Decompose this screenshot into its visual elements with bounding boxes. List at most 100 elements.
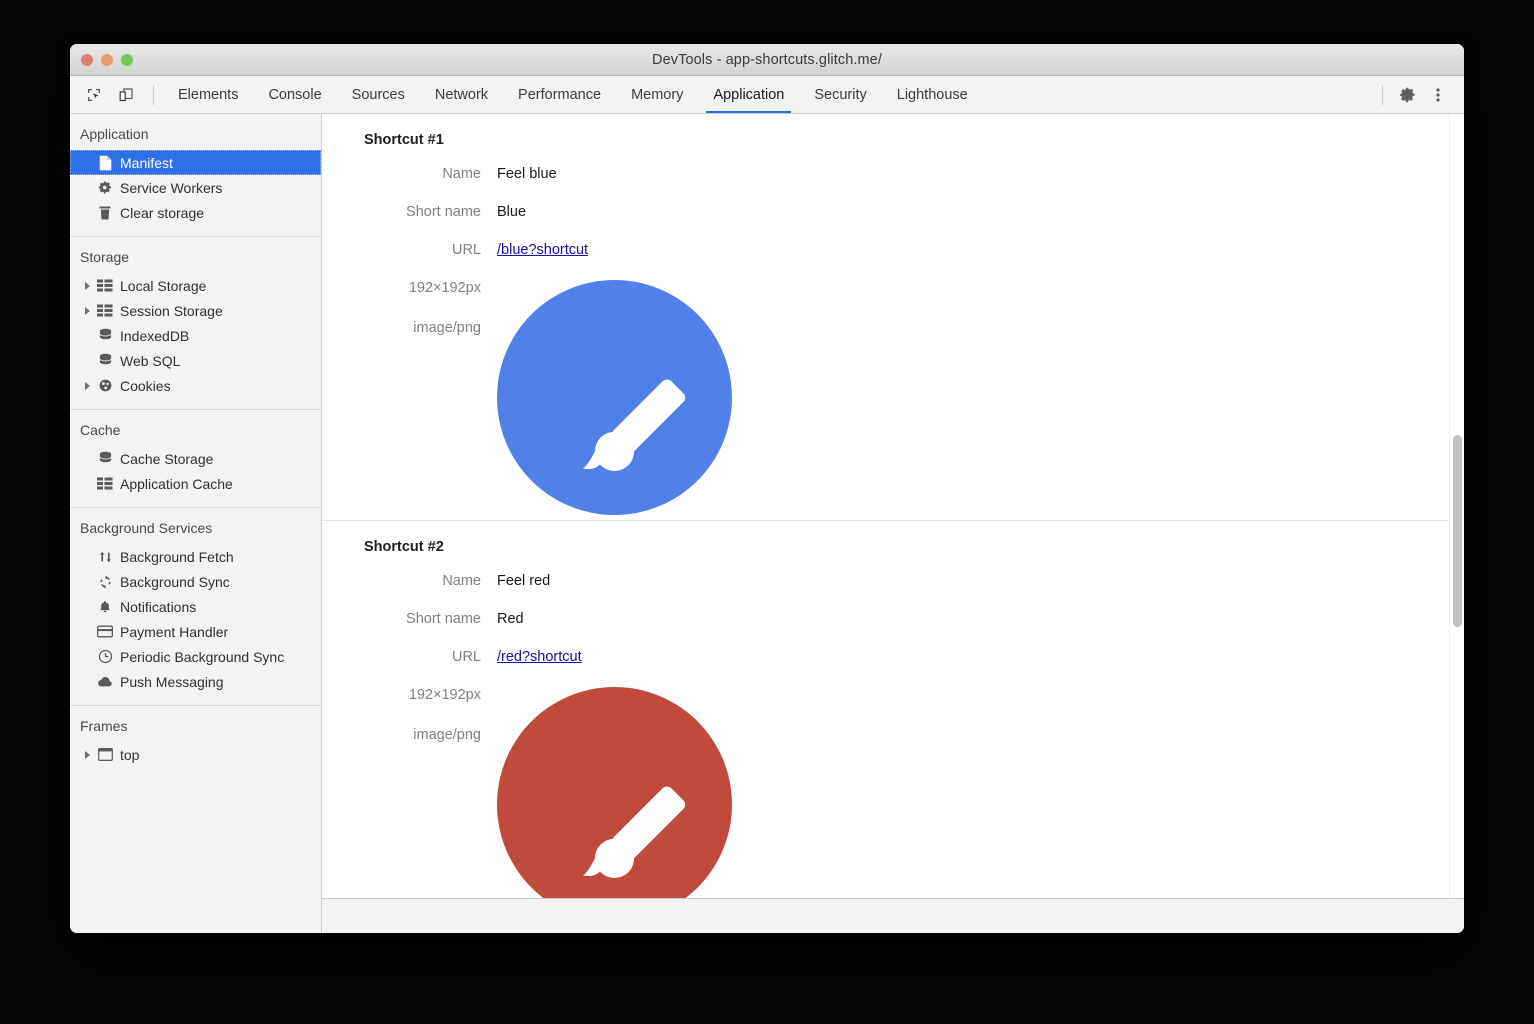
sidebar-item-service-workers[interactable]: Service Workers	[70, 175, 321, 200]
tab-network[interactable]: Network	[420, 76, 503, 113]
tab-label: Network	[435, 87, 488, 103]
sidebar-item-label: Cookies	[120, 378, 171, 394]
sidebar-section-title: Background Services	[70, 508, 321, 544]
tab-elements[interactable]: Elements	[163, 76, 253, 113]
tab-label: Memory	[631, 87, 683, 103]
vertical-scrollbar[interactable]	[1449, 114, 1464, 898]
tab-label: Elements	[178, 87, 238, 103]
sidebar-item-clear-storage[interactable]: Clear storage	[70, 200, 321, 225]
manifest-scroll-area[interactable]: Shortcut #1 Name Feel blue Short name Bl…	[322, 114, 1464, 898]
chevron-right-icon[interactable]	[80, 307, 94, 315]
sidebar-item-label: Periodic Background Sync	[120, 649, 284, 665]
sidebar-section-background-services: Background Services Background Fetch	[70, 508, 321, 706]
application-sidebar[interactable]: Application Manifest	[70, 114, 322, 933]
sidebar-item-background-fetch[interactable]: Background Fetch	[70, 544, 321, 569]
tab-lighthouse[interactable]: Lighthouse	[882, 76, 983, 113]
toolbar-divider	[153, 85, 154, 105]
clock-icon	[94, 649, 116, 664]
chevron-right-icon[interactable]	[80, 282, 94, 290]
icon-size-label: 192×192px	[322, 280, 481, 296]
sidebar-item-label: Local Storage	[120, 278, 206, 294]
database-icon	[94, 451, 116, 466]
sidebar-item-label: top	[120, 747, 139, 763]
tab-security[interactable]: Security	[799, 76, 881, 113]
tabstrip-right-tools	[1373, 76, 1464, 113]
sidebar-item-label: Session Storage	[120, 303, 223, 319]
icon-mimetype-label: image/png	[322, 727, 481, 743]
device-toolbar-icon[interactable]	[112, 81, 140, 109]
tab-console[interactable]: Console	[253, 76, 336, 113]
field-label-short-name: Short name	[322, 611, 497, 627]
sidebar-item-indexeddb[interactable]: IndexedDB	[70, 323, 321, 348]
field-value-name: Feel blue	[497, 166, 557, 182]
sidebar-section-storage: Storage Local Storage	[70, 237, 321, 410]
database-icon	[94, 328, 116, 343]
sidebar-item-background-sync[interactable]: Background Sync	[70, 569, 321, 594]
devtools-window: DevTools - app-shortcuts.glitch.me/	[70, 44, 1464, 933]
sidebar-section-cache: Cache Cache Storage	[70, 410, 321, 508]
shortcut-url-link[interactable]: /blue?shortcut	[497, 242, 588, 258]
sidebar-item-label: Background Fetch	[120, 549, 234, 565]
icon-mimetype-label: image/png	[322, 320, 481, 336]
tab-application[interactable]: Application	[698, 76, 799, 113]
scrollbar-thumb[interactable]	[1453, 435, 1462, 627]
sidebar-item-cache-storage[interactable]: Cache Storage	[70, 446, 321, 471]
tab-label: Sources	[352, 87, 405, 103]
sidebar-item-label: Manifest	[120, 155, 173, 171]
sidebar-section-title: Storage	[70, 237, 321, 273]
sidebar-item-top[interactable]: top	[70, 742, 321, 767]
sidebar-item-cookies[interactable]: Cookies	[70, 373, 321, 398]
chevron-right-icon[interactable]	[80, 382, 94, 390]
field-label-name: Name	[322, 166, 497, 182]
more-vertical-icon[interactable]	[1424, 81, 1452, 109]
shortcut-icon-preview	[497, 280, 732, 520]
sidebar-section-title: Frames	[70, 706, 321, 742]
gear-icon[interactable]	[1394, 81, 1422, 109]
tab-memory[interactable]: Memory	[616, 76, 698, 113]
table-icon	[94, 304, 116, 317]
window-title: DevTools - app-shortcuts.glitch.me/	[70, 52, 1464, 68]
sidebar-item-application-cache[interactable]: Application Cache	[70, 471, 321, 496]
inspect-element-icon[interactable]	[80, 81, 108, 109]
tab-performance[interactable]: Performance	[503, 76, 616, 113]
sidebar-item-manifest[interactable]: Manifest	[70, 150, 321, 175]
sidebar-item-label: Background Sync	[120, 574, 230, 590]
credit-card-icon	[94, 625, 116, 638]
shortcut-url-link[interactable]: /red?shortcut	[497, 649, 582, 665]
sidebar-item-label: IndexedDB	[120, 328, 189, 344]
sidebar-item-label: Service Workers	[120, 180, 222, 196]
shortcut-section-1: Shortcut #1 Name Feel blue Short name Bl…	[322, 114, 1464, 521]
tab-sources[interactable]: Sources	[337, 76, 420, 113]
cloud-icon	[94, 676, 116, 688]
toolbar-divider-right	[1382, 85, 1383, 105]
devtools-content: Application Manifest	[70, 114, 1464, 933]
sidebar-item-push-messaging[interactable]: Push Messaging	[70, 669, 321, 694]
shortcut-url-field: URL /blue?shortcut	[322, 242, 1464, 258]
sidebar-item-web-sql[interactable]: Web SQL	[70, 348, 321, 373]
table-icon	[94, 477, 116, 490]
sidebar-item-label: Clear storage	[120, 205, 204, 221]
field-value-short-name: Red	[497, 611, 524, 627]
tab-label: Performance	[518, 87, 601, 103]
tabstrip-left-tools	[70, 76, 163, 113]
shortcut-icon-preview	[497, 687, 732, 898]
sidebar-section-title: Application	[70, 114, 321, 150]
sidebar-item-local-storage[interactable]: Local Storage	[70, 273, 321, 298]
paintbrush-icon	[497, 280, 732, 515]
field-value-short-name: Blue	[497, 204, 526, 220]
bell-icon	[94, 599, 116, 615]
sync-icon	[94, 574, 116, 590]
manifest-panel: Shortcut #1 Name Feel blue Short name Bl…	[322, 114, 1464, 933]
panel-tabs: Elements Console Sources Network Perform…	[163, 76, 983, 113]
shortcut-icon-meta: 192×192px image/png	[322, 280, 497, 520]
sidebar-item-periodic-background-sync[interactable]: Periodic Background Sync	[70, 644, 321, 669]
field-value-name: Feel red	[497, 573, 550, 589]
sidebar-item-notifications[interactable]: Notifications	[70, 594, 321, 619]
arrows-updown-icon	[94, 549, 116, 565]
shortcut-icon-block: 192×192px image/png	[322, 687, 1464, 898]
sidebar-section-application: Application Manifest	[70, 114, 321, 237]
sidebar-item-payment-handler[interactable]: Payment Handler	[70, 619, 321, 644]
sidebar-item-session-storage[interactable]: Session Storage	[70, 298, 321, 323]
chevron-right-icon[interactable]	[80, 751, 94, 759]
field-value-url: /red?shortcut	[497, 649, 582, 665]
